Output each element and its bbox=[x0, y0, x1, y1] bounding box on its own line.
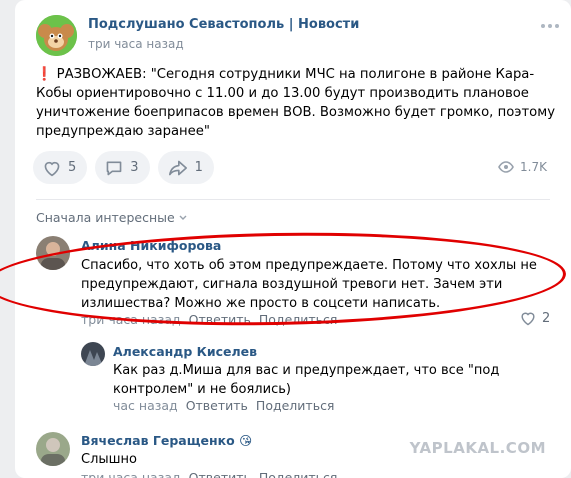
share-comment-button[interactable]: Поделиться bbox=[259, 312, 338, 327]
post-text: ❗ РАЗВОЖАЕВ: "Сегодня сотрудники МЧС на … bbox=[36, 65, 556, 141]
group-name[interactable]: Подслушано Севастополь | Новости bbox=[88, 17, 359, 32]
avatar[interactable] bbox=[36, 236, 70, 270]
post-card: Подслушано Севастополь | Новости три час… bbox=[15, 0, 571, 478]
comment-count: 3 bbox=[130, 160, 139, 175]
comment-meta: три часа назад Ответить Поделиться bbox=[81, 470, 337, 478]
avatar[interactable] bbox=[36, 432, 70, 466]
like-button[interactable]: 5 bbox=[33, 151, 88, 184]
comment-meta: три часа назад Ответить Поделиться bbox=[81, 312, 337, 327]
comment-author[interactable]: Алина Никифорова bbox=[81, 238, 221, 253]
kiss-emoji-icon: 😘 bbox=[239, 433, 253, 448]
heart-icon bbox=[521, 312, 535, 326]
comment-like-button[interactable]: 2 bbox=[519, 310, 550, 326]
share-count: 1 bbox=[194, 160, 203, 175]
chevron-down-icon bbox=[179, 215, 187, 220]
divider bbox=[36, 199, 550, 200]
comments-sort-dropdown[interactable]: Сначала интересные bbox=[36, 210, 188, 225]
reply-button[interactable]: Ответить bbox=[186, 398, 248, 413]
comment-meta: час назад Ответить Поделиться bbox=[113, 398, 334, 413]
comment-time[interactable]: час назад bbox=[113, 398, 178, 413]
heart-icon bbox=[44, 161, 60, 176]
views-count: 1.7K bbox=[520, 160, 547, 174]
share-comment-button[interactable]: Поделиться bbox=[259, 470, 338, 478]
like-count: 5 bbox=[68, 160, 77, 175]
sort-label: Сначала интересные bbox=[36, 210, 175, 225]
avatar[interactable] bbox=[81, 342, 105, 366]
comment-author[interactable]: Вячеслав Геращенко 😘 bbox=[81, 433, 252, 448]
watermark: YAPLAKAL.COM bbox=[409, 439, 546, 457]
group-avatar[interactable] bbox=[36, 15, 77, 56]
share-button[interactable]: 1 bbox=[157, 151, 214, 184]
comment-icon bbox=[106, 160, 122, 175]
share-comment-button[interactable]: Поделиться bbox=[256, 398, 335, 413]
eye-icon bbox=[498, 161, 514, 173]
reply-button[interactable]: Ответить bbox=[189, 470, 251, 478]
post-body: РАЗВОЖАЕВ: "Сегодня сотрудники МЧС на по… bbox=[36, 67, 556, 139]
comment-text: Слышно bbox=[81, 452, 137, 467]
comment-author[interactable]: Александр Киселев bbox=[113, 344, 257, 359]
comment-button[interactable]: 3 bbox=[95, 151, 150, 184]
exclamation-icon: ❗ bbox=[36, 67, 53, 82]
more-options-icon[interactable] bbox=[541, 24, 559, 28]
post-actions: 5 3 1 bbox=[33, 151, 214, 184]
share-icon bbox=[168, 160, 187, 175]
comment-time[interactable]: три часа назад bbox=[81, 312, 181, 327]
comment-text: Как раз д.Миша для вас и предупреждает, … bbox=[113, 363, 500, 397]
post-time[interactable]: три часа назад bbox=[88, 37, 184, 51]
reply-button[interactable]: Ответить bbox=[189, 312, 251, 327]
comment-time[interactable]: три часа назад bbox=[81, 470, 181, 478]
comment-like-count: 2 bbox=[542, 310, 551, 326]
views-counter: 1.7K bbox=[498, 160, 547, 174]
comment-text: Спасибо, что хоть об этом предупреждаете… bbox=[81, 258, 537, 311]
